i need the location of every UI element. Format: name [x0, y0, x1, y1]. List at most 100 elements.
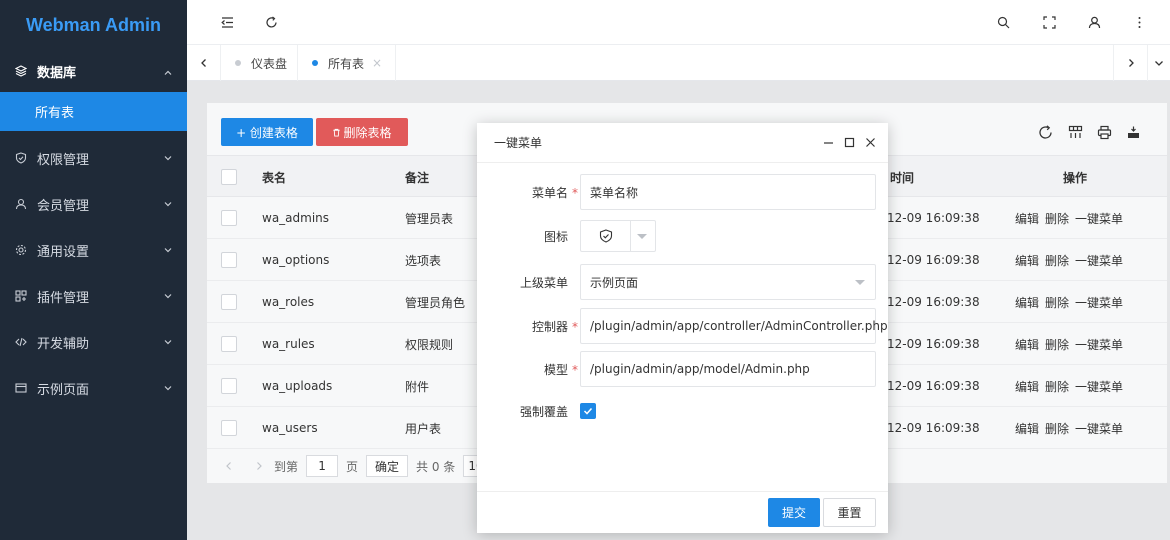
search-icon[interactable] — [995, 14, 1011, 30]
fullscreen-icon[interactable] — [1041, 14, 1057, 30]
sidebar-subitem-all-tables[interactable]: 所有表 — [0, 92, 187, 131]
sidebar-item-examples[interactable]: 示例页面 — [0, 365, 187, 411]
row-checkbox[interactable] — [221, 378, 237, 394]
tab-dropdown-button[interactable] — [1147, 45, 1170, 81]
user-icon[interactable] — [1086, 14, 1102, 30]
gear-icon — [14, 243, 28, 257]
row-checkbox[interactable] — [221, 210, 237, 226]
tab-all-tables[interactable]: 所有表 × — [298, 45, 396, 81]
cell-time: 12-09 16:09:38 — [887, 337, 980, 351]
sidebar-item-dev-tools[interactable]: 开发辅助 — [0, 319, 187, 365]
form-row-parent-menu: 上级菜单 示例页面 — [477, 264, 888, 300]
minimize-icon[interactable] — [822, 136, 834, 148]
sidebar-item-label: 开发辅助 — [37, 336, 90, 352]
delete-link[interactable]: 删除 — [1045, 336, 1069, 353]
goto-label: 到第 — [274, 459, 299, 474]
row-checkbox[interactable] — [221, 294, 237, 310]
delete-link[interactable]: 删除 — [1045, 420, 1069, 437]
tab-dashboard[interactable]: 仪表盘 — [221, 45, 298, 81]
prev-page-icon[interactable] — [224, 461, 234, 471]
reset-button[interactable]: 重置 — [823, 498, 876, 527]
refresh-icon[interactable] — [1037, 124, 1053, 140]
one-click-menu-link[interactable]: 一键菜单 — [1075, 378, 1123, 395]
edit-link[interactable]: 编辑 — [1015, 294, 1039, 311]
sidebar-item-permissions[interactable]: 权限管理 — [0, 135, 187, 181]
trash-icon — [333, 128, 341, 137]
column-header-time[interactable]: 时间 — [890, 156, 914, 198]
sidebar: Webman Admin 数据库 所有表 权限管理 会员管理 通用设置 插件管理 — [0, 0, 187, 540]
model-input[interactable]: /plugin/admin/app/model/Admin.php — [580, 351, 876, 387]
create-table-button[interactable]: + 创建表格 — [221, 118, 313, 146]
column-header-name[interactable]: 表名 — [262, 156, 286, 198]
edit-link[interactable]: 编辑 — [1015, 336, 1039, 353]
edit-link[interactable]: 编辑 — [1015, 210, 1039, 227]
refresh-icon[interactable] — [263, 14, 279, 30]
cell-time: 12-09 16:09:38 — [887, 421, 980, 435]
row-checkbox[interactable] — [221, 336, 237, 352]
close-icon[interactable]: × — [372, 56, 382, 70]
sidebar-item-settings[interactable]: 通用设置 — [0, 227, 187, 273]
one-click-menu-link[interactable]: 一键菜单 — [1075, 336, 1123, 353]
chevron-right-icon — [1128, 59, 1134, 67]
one-click-menu-link[interactable]: 一键菜单 — [1075, 210, 1123, 227]
parent-menu-select[interactable]: 示例页面 — [580, 264, 876, 300]
form-row-icon: 图标 — [477, 220, 888, 256]
menu-name-input[interactable]: 菜单名称 — [580, 174, 876, 210]
brand-logo[interactable]: Webman Admin — [0, 0, 187, 50]
sidebar-item-label: 会员管理 — [37, 198, 90, 214]
sidebar-item-database[interactable]: 数据库 — [0, 50, 187, 92]
delete-link[interactable]: 删除 — [1045, 252, 1069, 269]
required-mark: * — [572, 363, 578, 377]
model-label: 模型 — [543, 362, 568, 377]
cell-table-name: wa_rules — [262, 337, 315, 351]
menu-fold-icon[interactable] — [219, 14, 235, 30]
sidebar-item-label: 插件管理 — [37, 290, 90, 306]
chevron-down-icon — [164, 248, 172, 253]
cell-time: 12-09 16:09:38 — [887, 295, 980, 309]
delete-link[interactable]: 删除 — [1045, 210, 1069, 227]
close-icon[interactable] — [864, 136, 876, 148]
sidebar-item-label: 示例页面 — [37, 382, 90, 398]
delete-table-label: 删除表格 — [343, 125, 392, 140]
cell-table-name: wa_uploads — [262, 379, 333, 393]
row-checkbox[interactable] — [221, 252, 237, 268]
edit-link[interactable]: 编辑 — [1015, 378, 1039, 395]
row-checkbox[interactable] — [221, 420, 237, 436]
cell-comment: 权限规则 — [405, 337, 454, 352]
edit-link[interactable]: 编辑 — [1015, 252, 1039, 269]
icon-picker[interactable] — [580, 220, 656, 252]
column-header-actions: 操作 — [1063, 170, 1088, 185]
submit-button[interactable]: 提交 — [768, 498, 820, 527]
select-all-checkbox[interactable] — [221, 169, 237, 185]
shield-icon — [14, 151, 28, 165]
next-page-icon[interactable] — [254, 461, 264, 471]
edit-link[interactable]: 编辑 — [1015, 420, 1039, 437]
delete-table-button[interactable]: 删除表格 — [316, 118, 408, 146]
delete-link[interactable]: 删除 — [1045, 378, 1069, 395]
cell-table-name: wa_roles — [262, 295, 315, 309]
page-number-input[interactable]: 1 — [306, 455, 339, 477]
user-icon — [14, 197, 28, 211]
page-unit-label: 页 — [346, 459, 359, 474]
delete-link[interactable]: 删除 — [1045, 294, 1069, 311]
one-click-menu-link[interactable]: 一键菜单 — [1075, 252, 1123, 269]
one-click-menu-link[interactable]: 一键菜单 — [1075, 420, 1123, 437]
one-click-menu-link[interactable]: 一键菜单 — [1075, 294, 1123, 311]
columns-icon[interactable] — [1067, 124, 1083, 140]
column-header-comment[interactable]: 备注 — [405, 156, 429, 198]
maximize-icon[interactable] — [843, 136, 855, 148]
cell-comment: 选项表 — [405, 253, 442, 268]
controller-input[interactable]: /plugin/admin/app/controller/AdminContro… — [580, 308, 888, 344]
page-confirm-button[interactable]: 确定 — [366, 455, 409, 477]
tab-status-dot — [312, 60, 318, 66]
overwrite-checkbox[interactable] — [580, 403, 596, 419]
tab-scroll-right-button[interactable] — [1113, 45, 1147, 81]
print-icon[interactable] — [1096, 124, 1112, 140]
column-header-time-text: 时间 — [890, 170, 915, 185]
sidebar-item-plugins[interactable]: 插件管理 — [0, 273, 187, 319]
tab-scroll-left-button[interactable] — [187, 45, 221, 81]
layers-icon — [14, 64, 28, 78]
more-icon[interactable] — [1131, 14, 1147, 30]
sidebar-item-members[interactable]: 会员管理 — [0, 181, 187, 227]
export-icon[interactable] — [1125, 124, 1141, 140]
